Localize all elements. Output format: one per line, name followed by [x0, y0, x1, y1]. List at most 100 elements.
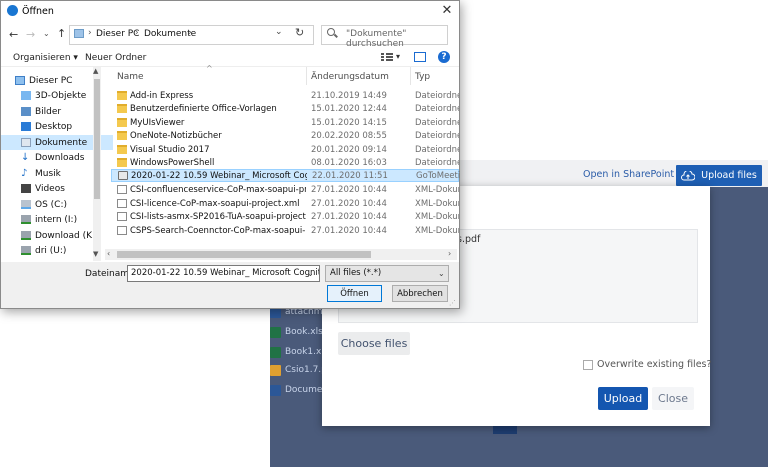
file-name: CSI-licence-CoP-max-soapui-project.xml — [130, 198, 300, 209]
filter-dropdown-chevron-icon[interactable]: ⌄ — [438, 269, 445, 278]
upload-files-button[interactable]: Upload files — [676, 165, 762, 186]
column-header-type[interactable]: Typ — [415, 72, 430, 82]
file-date: 22.01.2020 11:51 — [312, 170, 388, 181]
file-row[interactable]: OneNote-Notizbücher 20.02.2020 08:55 Datei… — [111, 129, 459, 142]
cancel-button[interactable]: Abbrechen — [392, 285, 448, 302]
file-row[interactable]: CSI-confluenceservice-CoP-max-soapui-pro… — [111, 183, 459, 196]
choose-files-button[interactable]: Choose files — [338, 332, 410, 355]
upload-button[interactable]: Upload — [598, 387, 648, 410]
desktop-icon — [21, 122, 31, 131]
filename-dropdown-chevron-icon[interactable]: ⌄ — [307, 269, 314, 278]
file-row[interactable]: CSI-licence-CoP-max-soapui-project.xml 27… — [111, 197, 459, 210]
column-divider[interactable] — [306, 67, 307, 85]
column-header-name[interactable]: Name — [117, 72, 144, 82]
cloud-upload-icon — [681, 170, 696, 180]
breadcrumb-separator-icon: › — [88, 28, 92, 38]
overwrite-label: Overwrite existing files? — [597, 359, 712, 370]
horizontal-scrollbar-thumb[interactable] — [117, 251, 371, 258]
breadcrumb-this-pc[interactable]: Dieser PC — [96, 29, 139, 39]
scroll-up-arrow-icon[interactable]: ▲ — [93, 67, 98, 75]
file-row[interactable]: WindowsPowerShell 08.01.2020 16:03 Dateior… — [111, 156, 459, 169]
file-open-dialog: Öffnen ✕ ← → ⌄ ↑ › Dieser PC › Dokumente… — [0, 0, 460, 309]
file-name: Benutzerdefinierte Office-Vorlagen — [130, 103, 277, 114]
file-name: CSI-confluenceservice-CoP-max-soapui-pro… — [130, 184, 306, 195]
xml-file-icon — [117, 226, 127, 235]
network-drive-icon — [21, 215, 31, 224]
dropped-file-name: s.pdf — [457, 234, 481, 245]
pc-icon — [74, 29, 84, 38]
gotomeeting-file-icon — [118, 171, 128, 180]
organize-menu-button[interactable]: Organisieren ▾ — [13, 53, 78, 63]
new-folder-button[interactable]: Neuer Ordner — [85, 53, 146, 63]
nav-item-label: Desktop — [35, 121, 73, 132]
file-type: XML-Dokument — [415, 184, 459, 195]
open-button[interactable]: Öffnen — [327, 285, 382, 302]
file-row[interactable]: Add-in Express 21.10.2019 14:49 Dateiordne… — [111, 89, 459, 102]
resize-grip-icon[interactable]: ⋰ — [449, 299, 456, 307]
xml-file-icon — [117, 199, 127, 208]
pc-icon — [15, 76, 25, 85]
cube-icon — [21, 91, 31, 100]
folder-icon — [117, 91, 127, 100]
close-button[interactable]: Close — [652, 387, 694, 410]
up-arrow-icon[interactable]: ↑ — [57, 27, 66, 40]
breadcrumb-separator-icon[interactable]: › — [188, 28, 192, 38]
preview-pane-icon[interactable] — [414, 52, 426, 62]
file-name: Book.xls — [285, 327, 323, 337]
file-row[interactable]: CSPS-Search-Coennctor-CoP-max-soapui-pro… — [111, 224, 459, 237]
list-item[interactable]: Docume — [270, 383, 330, 397]
network-drive-icon — [21, 231, 31, 240]
navigation-pane: Dieser PC 3D-Objekte Bilder Desktop Doku… — [1, 67, 113, 261]
file-name: 2020-01-22 10.59 Webinar_ Microsoft Cogn… — [131, 170, 307, 181]
breadcrumb-separator-icon[interactable]: › — [135, 28, 139, 38]
filename-input[interactable]: 2020-01-22 10.59 Webinar_ Microsoft Cogn… — [127, 265, 320, 282]
column-divider[interactable] — [410, 67, 411, 85]
file-row[interactable]: CSI-lists-asmx-SP2016-TuA-soapui-project… — [111, 210, 459, 223]
back-arrow-icon[interactable]: ← — [9, 28, 18, 41]
title-bar[interactable] — [1, 1, 459, 21]
view-options-icon[interactable] — [381, 52, 393, 62]
address-dropdown-chevron-icon[interactable]: ⌄ — [275, 27, 283, 37]
excel-file-icon — [270, 326, 281, 338]
refresh-icon[interactable]: ↻ — [295, 26, 304, 39]
drive-icon — [21, 200, 31, 209]
nav-item-label: Dieser PC — [29, 75, 73, 86]
view-options-chevron-icon[interactable]: ▾ — [396, 52, 400, 61]
nav-item-label: dri (U:) — [35, 245, 67, 256]
file-type: GoToMeeting — [416, 170, 460, 181]
file-row[interactable]: Benutzerdefinierte Office-Vorlagen 15.01.… — [111, 102, 459, 115]
file-name: MyUIsViewer — [130, 117, 185, 128]
search-placeholder: "Dokumente" durchsuchen — [346, 29, 407, 49]
nav-item-label: OS (C:) — [35, 199, 67, 210]
nav-item-label: Dokumente — [35, 137, 88, 148]
file-name: WindowsPowerShell — [130, 157, 215, 168]
folder-icon — [117, 104, 127, 113]
scroll-right-arrow-icon[interactable]: › — [448, 249, 451, 258]
overwrite-checkbox[interactable] — [583, 360, 593, 370]
file-row-selected[interactable]: 2020-01-22 10.59 Webinar_ Microsoft Cogn… — [111, 169, 460, 182]
nav-item-this-pc[interactable]: Dieser PC — [1, 73, 107, 88]
nav-item-label: Download (K:) — [35, 230, 99, 241]
file-type-filter-select[interactable]: All files (*.*) — [325, 265, 449, 282]
open-in-sharepoint-link[interactable]: Open in SharePoint — [583, 169, 674, 180]
file-row[interactable]: Visual Studio 2017 20.01.2020 09:14 Dateio… — [111, 143, 459, 156]
file-name: OneNote-Notizbücher — [130, 130, 222, 141]
column-header-date[interactable]: Änderungsdatum — [311, 72, 389, 82]
close-icon[interactable]: ✕ — [438, 2, 456, 18]
list-item[interactable]: Book.xls — [270, 325, 330, 339]
file-row[interactable]: MyUIsViewer 15.01.2020 14:15 Dateiordner — [111, 116, 459, 129]
forward-arrow-icon[interactable]: → — [26, 28, 35, 41]
scroll-left-arrow-icon[interactable]: ‹ — [107, 249, 110, 258]
help-icon[interactable]: ? — [438, 51, 450, 63]
list-item[interactable]: Book1.xl — [270, 345, 330, 359]
folder-icon — [117, 118, 127, 127]
recent-locations-chevron-icon[interactable]: ⌄ — [43, 29, 50, 38]
excel-file-icon — [270, 346, 281, 358]
file-name: Visual Studio 2017 — [130, 144, 210, 155]
scroll-down-arrow-icon[interactable]: ▼ — [93, 250, 98, 258]
list-item[interactable]: Csio1.7.p — [270, 363, 330, 377]
pictures-icon — [21, 107, 31, 116]
nav-item-label: Videos — [35, 183, 65, 194]
navigation-scrollbar-thumb[interactable] — [94, 79, 100, 199]
nav-item-label: Musik — [35, 168, 61, 179]
